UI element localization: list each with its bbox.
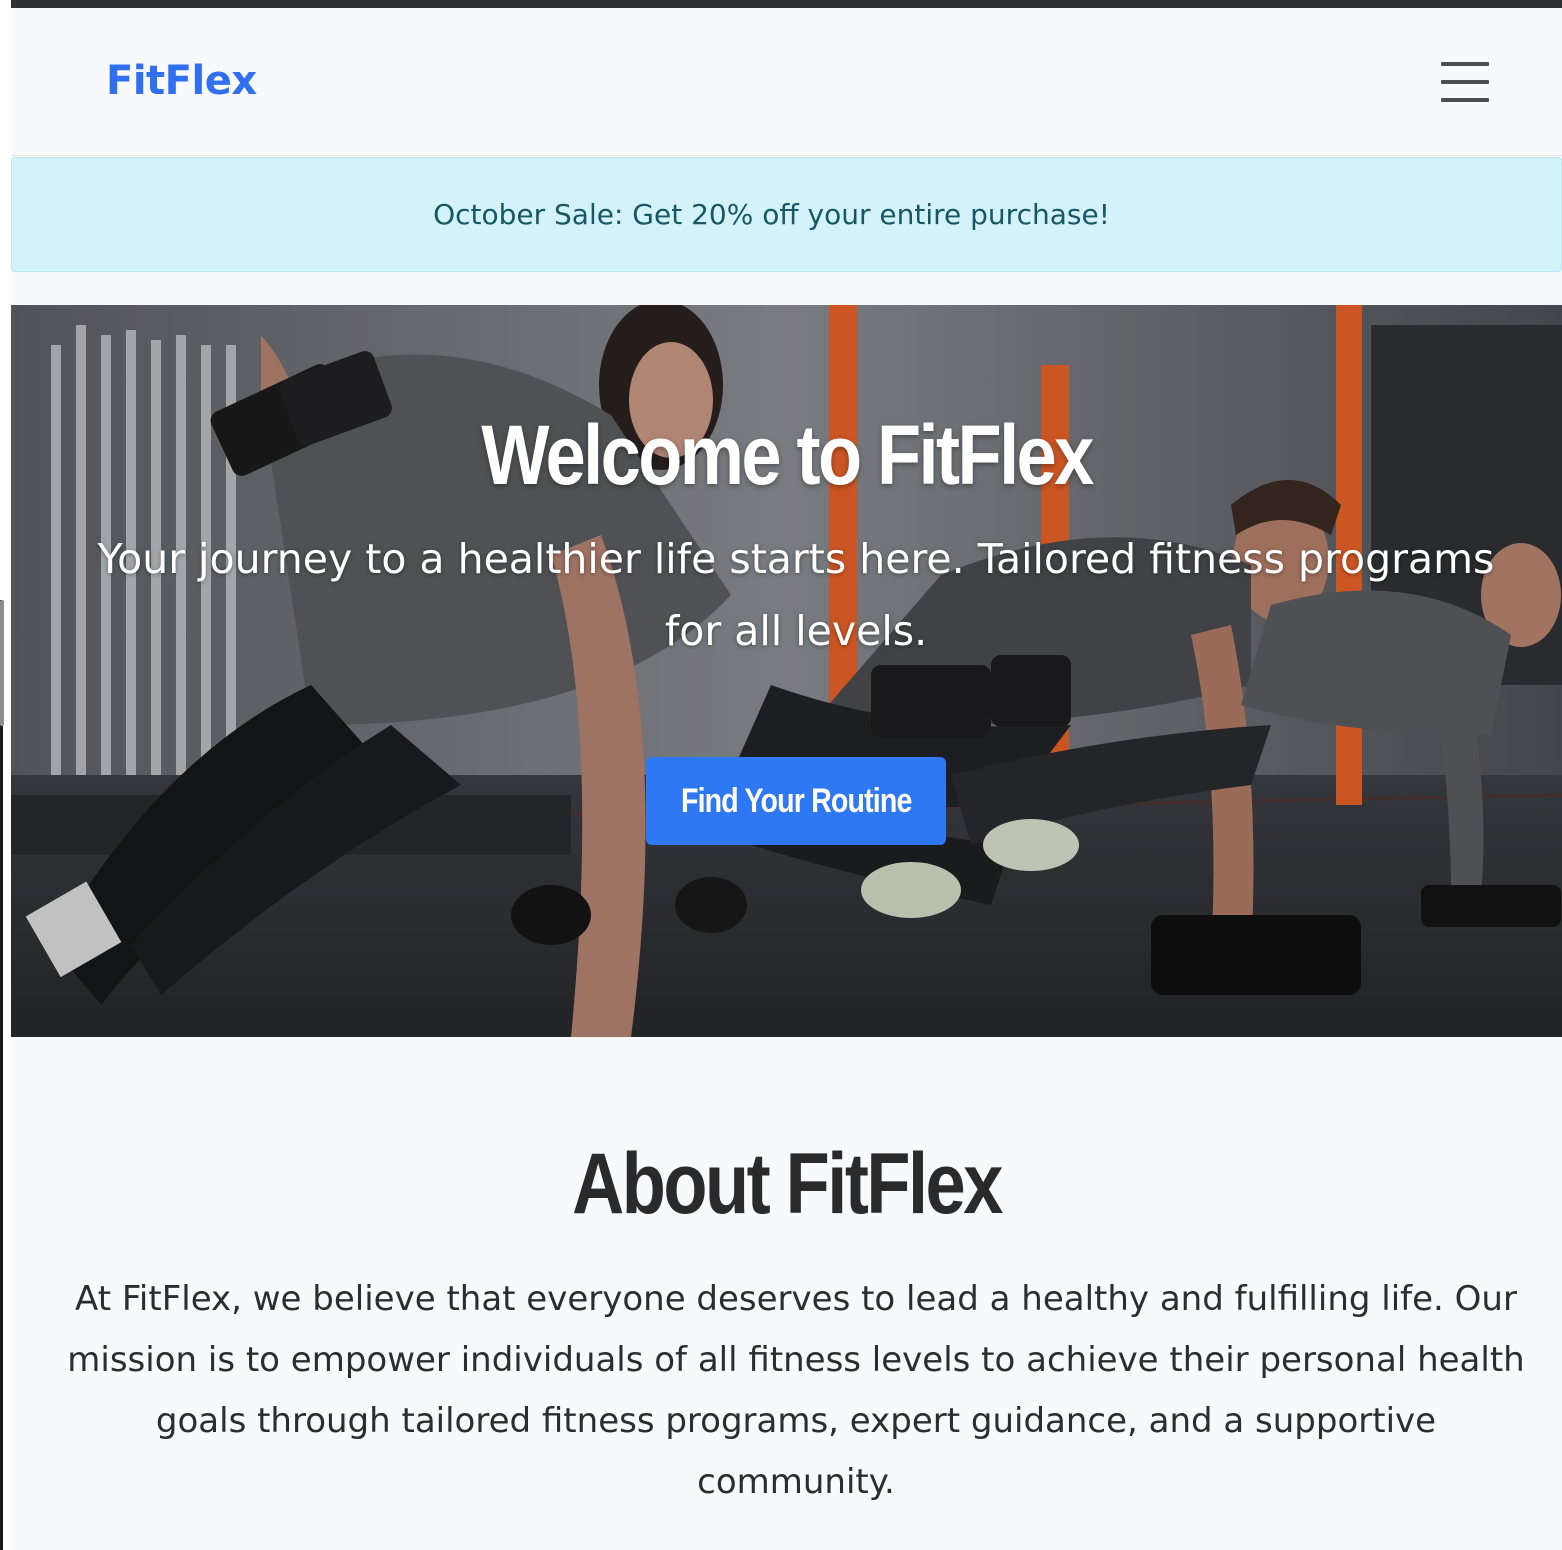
browser-viewport: FitFlex October Sale: Get 20% off your e… (0, 0, 1562, 1550)
about-title: About FitFlex (572, 1136, 1003, 1232)
hero-title: Welcome to FitFlex (481, 408, 1094, 502)
brand-logo[interactable]: FitFlex (106, 58, 257, 104)
menu-bar (1441, 80, 1489, 84)
window-top-edge (0, 0, 1562, 8)
about-text: At FitFlex, we believe that everyone des… (67, 1279, 1525, 1502)
menu-bar (1441, 62, 1489, 66)
about-section: About FitFlex At FitFlex, we believe tha… (11, 1037, 1562, 1550)
navbar: FitFlex (11, 8, 1562, 156)
hamburger-menu-icon[interactable] (1429, 56, 1503, 110)
promo-alert: October Sale: Get 20% off your entire pu… (11, 157, 1562, 272)
promo-text: October Sale: Get 20% off your entire pu… (433, 198, 1110, 231)
hero-section: Welcome to FitFlex Your journey to a hea… (11, 305, 1562, 1037)
find-routine-button[interactable]: Find Your Routine (646, 757, 946, 845)
window-left-shadow (0, 600, 3, 1550)
find-routine-label: Find Your Routine (680, 781, 912, 820)
menu-bar (1441, 98, 1489, 102)
resize-handle[interactable] (0, 600, 4, 726)
hero-subtitle: Your journey to a healthier life starts … (97, 535, 1495, 655)
